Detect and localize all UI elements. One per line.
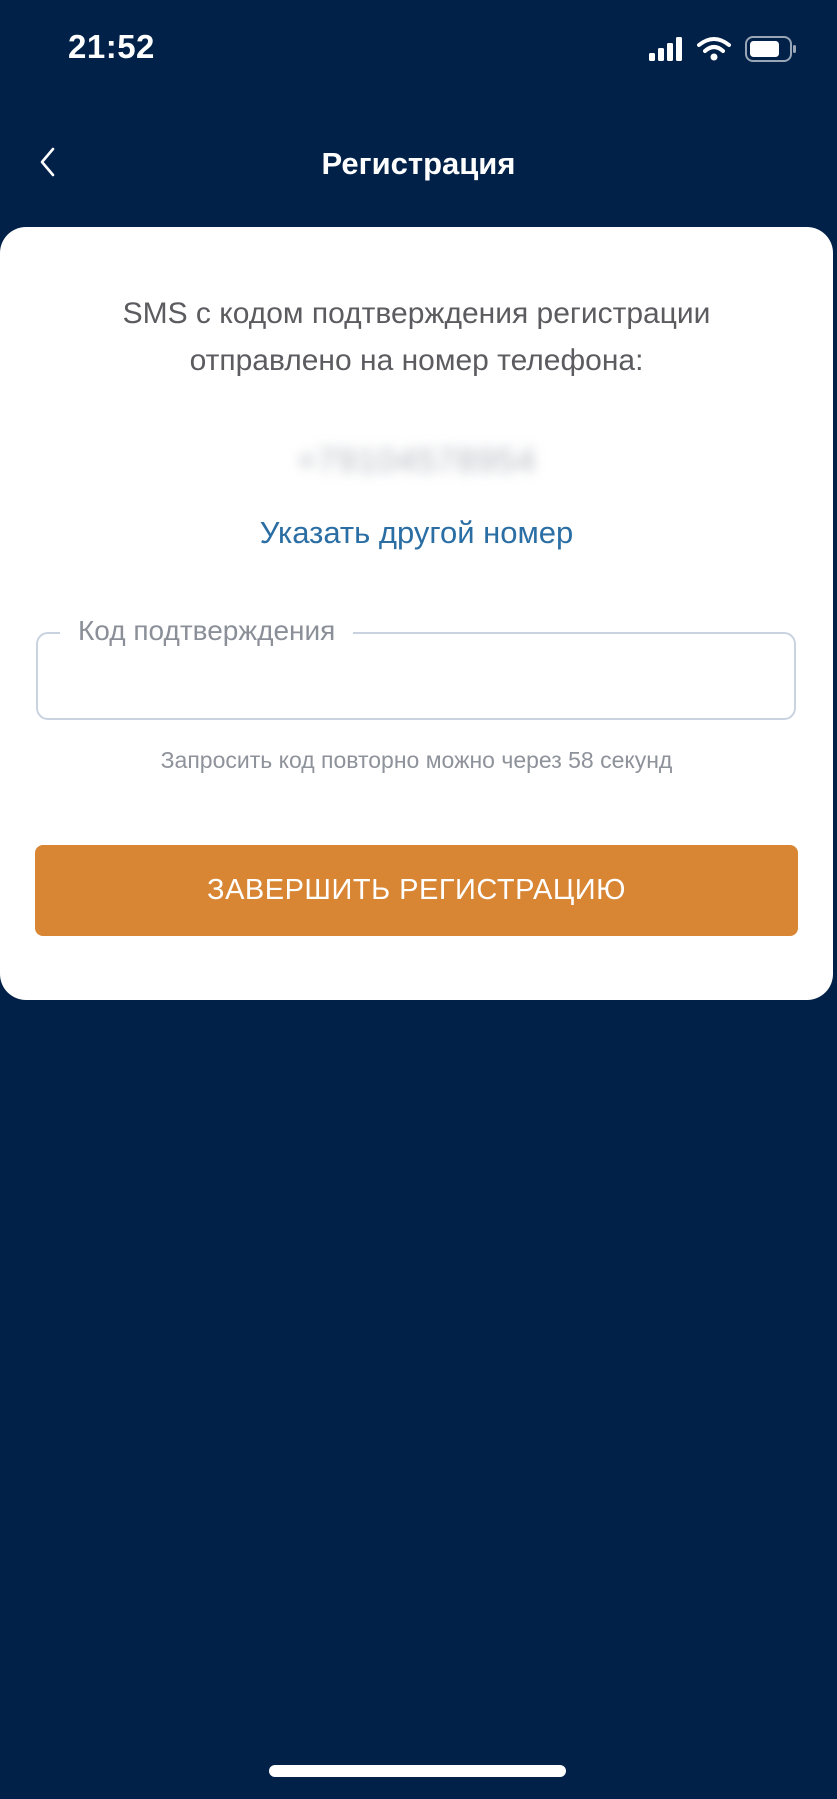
sms-message: SMS с кодом подтверждения регистрации от… — [122, 297, 711, 377]
home-indicator — [269, 1765, 566, 1777]
status-time: 21:52 — [68, 28, 155, 65]
registration-card: SMS с кодом подтверждения регистрации от… — [0, 227, 833, 1000]
finish-registration-button[interactable]: ЗАВЕРШИТЬ РЕГИСТРАЦИЮ — [35, 845, 798, 936]
nav-bar: Регистрация — [0, 120, 837, 210]
status-icons — [649, 36, 797, 67]
page-title: Регистрация — [321, 146, 516, 181]
wifi-icon — [697, 36, 731, 67]
resend-hint: Запросить код повторно можно через 58 се… — [160, 747, 673, 773]
signal-icon — [649, 37, 683, 66]
confirmation-code-label: Код подтверждения — [60, 608, 354, 654]
status-bar: 21:52 — [0, 0, 837, 100]
battery-icon — [745, 36, 797, 67]
change-number-link[interactable]: Указать другой номер — [0, 515, 833, 551]
confirmation-code-field: Код подтверждения — [36, 608, 796, 720]
phone-number: +79104578954 — [296, 442, 537, 480]
